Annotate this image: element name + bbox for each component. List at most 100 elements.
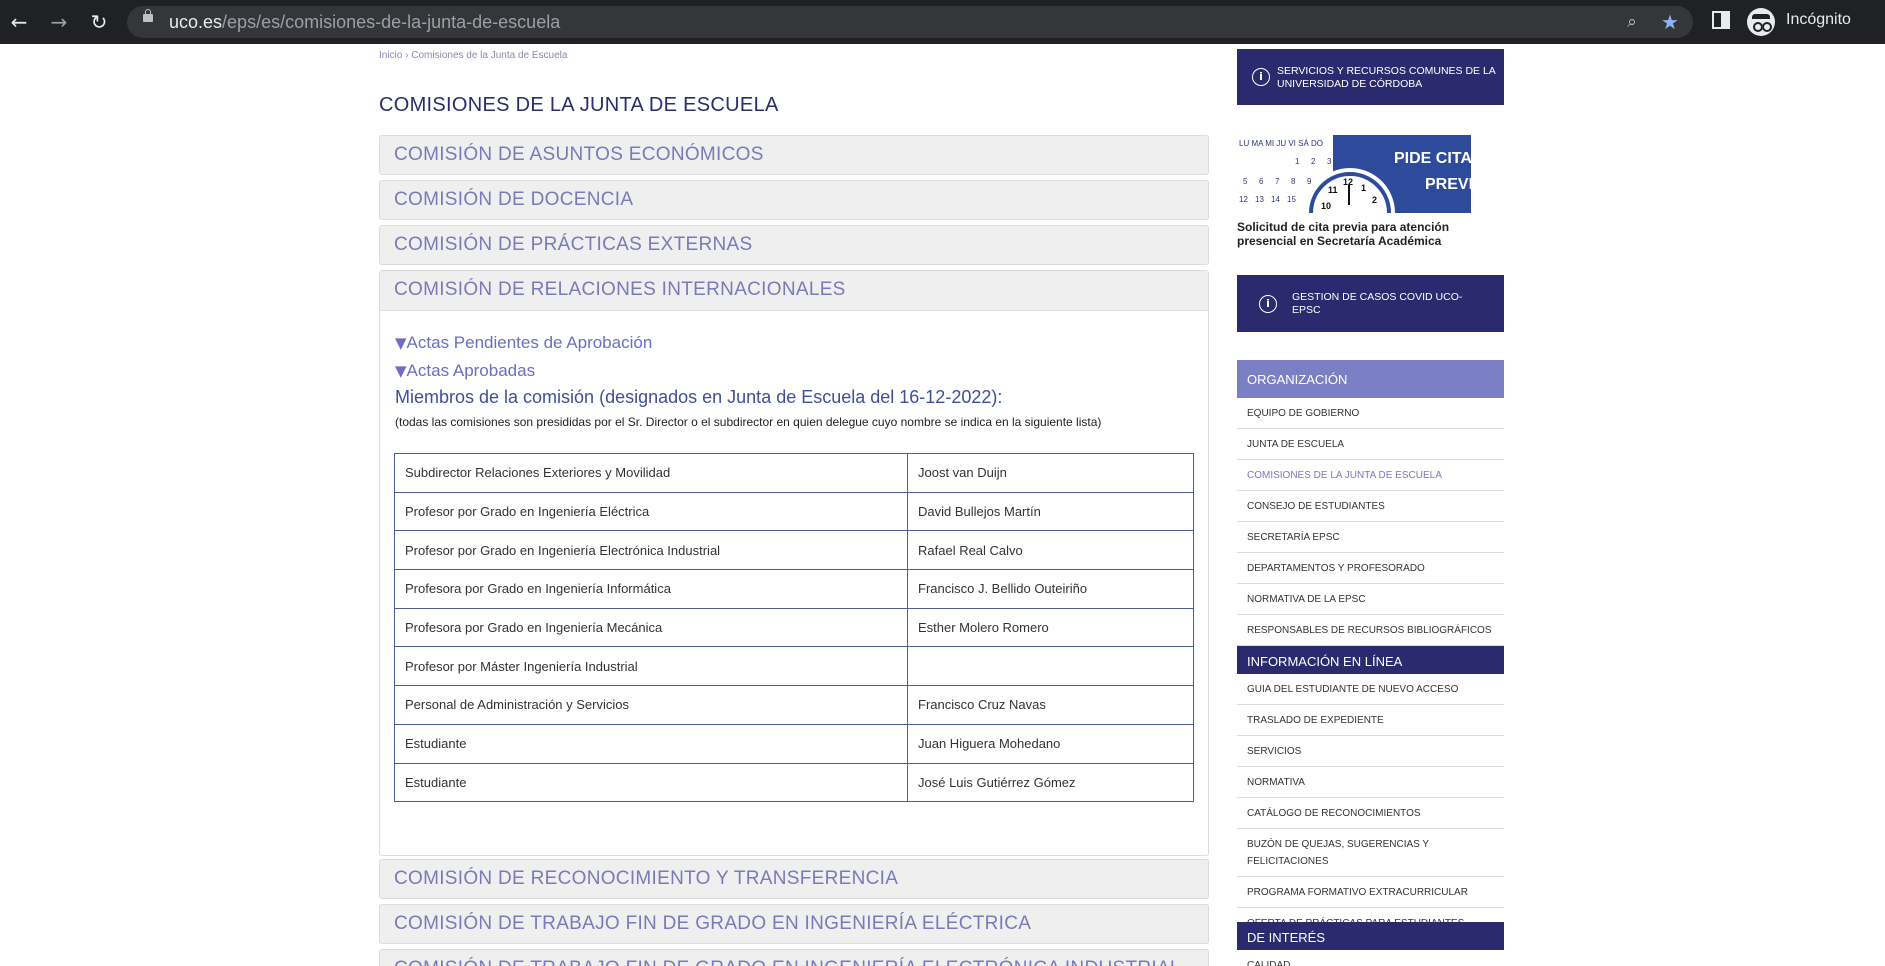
sidebar-item[interactable]: PROGRAMA FORMATIVO EXTRACURRICULAR <box>1237 877 1504 908</box>
svg-text:13: 13 <box>1255 195 1264 204</box>
lock-icon[interactable] <box>143 9 153 22</box>
sidebar-item[interactable]: JUNTA DE ESCUELA <box>1237 429 1504 460</box>
accordion-title[interactable]: COMISIÓN DE ASUNTOS ECONÓMICOS <box>394 144 764 166</box>
side-panel-icon[interactable] <box>1712 11 1730 29</box>
member-role: Estudiante <box>394 723 908 764</box>
svg-text:2: 2 <box>1372 195 1377 205</box>
sidebar-item[interactable]: EQUIPO DE GOBIERNO <box>1237 398 1504 429</box>
table-row: Profesor por Grado en Ingeniería Eléctri… <box>394 491 1194 532</box>
member-name: José Luis Gutiérrez Gómez <box>907 762 1194 803</box>
accordion-practicas-externas[interactable]: COMISIÓN DE PRÁCTICAS EXTERNAS <box>379 225 1209 265</box>
accordion-reconocimiento[interactable]: COMISIÓN DE RECONOCIMIENTO Y TRANSFERENC… <box>379 859 1209 899</box>
sidebar-item[interactable]: SECRETARÍA EPSC <box>1237 522 1504 553</box>
servicios-banner[interactable]: i SERVICIOS Y RECURSOS COMUNES DE LA UNI… <box>1237 49 1504 105</box>
url-path: /eps/es/comisiones-de-la-junta-de-escuel… <box>222 12 561 32</box>
cita-previa-caption[interactable]: Solicitud de cita previa para atención p… <box>1237 220 1487 248</box>
zoom-icon[interactable]: ⌕ <box>1621 11 1643 33</box>
table-row: Estudiante José Luis Gutiérrez Gómez <box>394 762 1194 803</box>
sidebar-item[interactable]: NORMATIVA <box>1237 767 1504 798</box>
svg-text:8: 8 <box>1291 177 1296 186</box>
member-role: Profesor por Máster Ingeniería Industria… <box>394 646 908 687</box>
members-note: (todas las comisiones son presididas por… <box>395 415 1102 429</box>
breadcrumb-home-link[interactable]: Inicio <box>379 50 402 61</box>
organizacion-heading: ORGANIZACIÓN <box>1237 360 1504 398</box>
interes-heading: DE INTERÉS <box>1237 922 1504 950</box>
actas-pendientes-label[interactable]: Actas Pendientes de Aprobación <box>407 333 653 352</box>
informacion-list: GUIA DEL ESTUDIANTE DE NUEVO ACCESO TRAS… <box>1237 674 1504 939</box>
sidebar-item[interactable]: CATÁLOGO DE RECONOCIMIENTOS <box>1237 798 1504 829</box>
interes-list: CALIDAD <box>1237 950 1504 966</box>
organizacion-list: EQUIPO DE GOBIERNO JUNTA DE ESCUELA COMI… <box>1237 398 1504 646</box>
sidebar-item[interactable]: GUIA DEL ESTUDIANTE DE NUEVO ACCESO <box>1237 674 1504 705</box>
sidebar-item[interactable]: CALIDAD <box>1237 950 1504 966</box>
page-content: Inicio › Comisiones de la Junta de Escue… <box>0 44 1885 966</box>
accordion-title[interactable]: COMISIÓN DE PRÁCTICAS EXTERNAS <box>394 234 752 256</box>
member-role: Personal de Administración y Servicios <box>394 685 908 725</box>
sidebar-item[interactable]: RESPONSABLES DE RECURSOS BIBLIOGRÁFICOS <box>1237 615 1504 646</box>
accordion-title[interactable]: COMISIÓN DE RELACIONES INTERNACIONALES <box>394 279 846 301</box>
breadcrumb-current: Comisiones de la Junta de Escuela <box>411 50 568 61</box>
url-text[interactable]: uco.es/eps/es/comisiones-de-la-junta-de-… <box>169 12 560 33</box>
sidebar-item[interactable]: DEPARTAMENTOS Y PROFESORADO <box>1237 553 1504 584</box>
accordion-docencia[interactable]: COMISIÓN DE DOCENCIA <box>379 180 1209 220</box>
address-bar[interactable]: uco.es/eps/es/comisiones-de-la-junta-de-… <box>127 6 1693 38</box>
member-name: Francisco J. Bellido Outeiriño <box>907 569 1194 609</box>
svg-text:9: 9 <box>1307 177 1312 186</box>
accordion-title[interactable]: COMISIÓN DE TRABAJO FIN DE GRADO EN INGE… <box>394 913 1031 935</box>
accordion-title[interactable]: COMISIÓN DE TRABAJO FIN DE GRADO EN INGE… <box>394 958 1181 966</box>
sidebar-item-active[interactable]: COMISIONES DE LA JUNTA DE ESCUELA <box>1237 460 1504 491</box>
member-role: Profesor por Grado en Ingeniería Electró… <box>394 530 908 571</box>
reload-icon[interactable]: ↻ <box>86 9 112 35</box>
back-arrow-icon[interactable]: ← <box>6 9 32 35</box>
table-row: Profesor por Máster Ingeniería Industria… <box>394 646 1194 687</box>
accordion-tfg-electronica[interactable]: COMISIÓN DE TRABAJO FIN DE GRADO EN INGE… <box>379 949 1209 966</box>
svg-text:10: 10 <box>1321 201 1331 211</box>
svg-text:14: 14 <box>1271 195 1280 204</box>
member-name: Rafael Real Calvo <box>907 530 1194 571</box>
members-heading: Miembros de la comisión (designados en J… <box>395 387 1003 407</box>
member-role: Estudiante <box>394 762 908 803</box>
sidebar-item[interactable]: SERVICIOS <box>1237 736 1504 767</box>
sidebar-item[interactable]: BUZÓN DE QUEJAS, SUGERENCIAS Y FELICITAC… <box>1237 829 1504 877</box>
table-row: Profesora por Grado en Ingeniería Mecáni… <box>394 607 1194 648</box>
cita-logo-line2: PREVIA <box>1425 176 1471 193</box>
member-name: Juan Higuera Mohedano <box>907 723 1194 764</box>
sidebar-item[interactable]: TRASLADO DE EXPEDIENTE <box>1237 705 1504 736</box>
bookmark-star-icon[interactable]: ★ <box>1659 11 1681 33</box>
sidebar-item[interactable]: CONSEJO DE ESTUDIANTES <box>1237 491 1504 522</box>
profile-label[interactable]: Incógnito <box>1786 11 1851 29</box>
svg-text:5: 5 <box>1243 177 1248 186</box>
member-role: Profesor por Grado en Ingeniería Eléctri… <box>394 491 908 532</box>
svg-text:2: 2 <box>1311 157 1316 166</box>
triangle-down-icon: ▼ <box>395 334 407 352</box>
svg-text:1: 1 <box>1361 183 1366 193</box>
banner-text[interactable]: GESTION DE CASOS COVID UCO-EPSC <box>1292 291 1482 317</box>
banner-text[interactable]: SERVICIOS Y RECURSOS COMUNES DE LA UNIVE… <box>1277 65 1497 91</box>
table-row: Estudiante Juan Higuera Mohedano <box>394 723 1194 764</box>
member-name: Joost van Duijn <box>907 453 1194 493</box>
member-role: Profesora por Grado en Ingeniería Inform… <box>394 569 908 609</box>
accordion-title[interactable]: COMISIÓN DE RECONOCIMIENTO Y TRANSFERENC… <box>394 868 898 890</box>
actas-pendientes-toggle[interactable]: ▼Actas Pendientes de Aprobación <box>395 333 652 353</box>
actas-aprobadas-label[interactable]: Actas Aprobadas <box>407 361 536 380</box>
accordion-asuntos-economicos[interactable]: COMISIÓN DE ASUNTOS ECONÓMICOS <box>379 135 1209 175</box>
accordion-header[interactable]: COMISIÓN DE RELACIONES INTERNACIONALES <box>380 271 1208 311</box>
sidebar-item[interactable]: NORMATIVA DE LA EPSC <box>1237 584 1504 615</box>
calendar-days-header: LU MA MI JU VI SÁ DO <box>1239 139 1323 148</box>
member-role: Profesora por Grado en Ingeniería Mecáni… <box>394 607 908 648</box>
incognito-icon[interactable] <box>1747 8 1775 36</box>
forward-arrow-icon[interactable]: → <box>46 9 72 35</box>
breadcrumb-separator: › <box>405 50 409 61</box>
svg-text:3: 3 <box>1327 157 1332 166</box>
accordion-title[interactable]: COMISIÓN DE DOCENCIA <box>394 189 633 211</box>
members-table: Subdirector Relaciones Exteriores y Movi… <box>394 453 1194 803</box>
actas-aprobadas-toggle[interactable]: ▼Actas Aprobadas <box>395 361 535 381</box>
cita-previa-image[interactable]: LU MA MI JU VI SÁ DO 123 56789 12 13 14 15 … <box>1237 135 1471 213</box>
member-name: David Bullejos Martín <box>907 491 1194 532</box>
informacion-heading: INFORMACIÓN EN LÍNEA <box>1237 646 1504 674</box>
table-row: Subdirector Relaciones Exteriores y Movi… <box>394 453 1194 493</box>
browser-toolbar: ← → ↻ uco.es/eps/es/comisiones-de-la-jun… <box>0 0 1885 44</box>
svg-text:6: 6 <box>1259 177 1264 186</box>
covid-banner[interactable]: i GESTION DE CASOS COVID UCO-EPSC <box>1237 275 1504 332</box>
accordion-tfg-electrica[interactable]: COMISIÓN DE TRABAJO FIN DE GRADO EN INGE… <box>379 904 1209 944</box>
